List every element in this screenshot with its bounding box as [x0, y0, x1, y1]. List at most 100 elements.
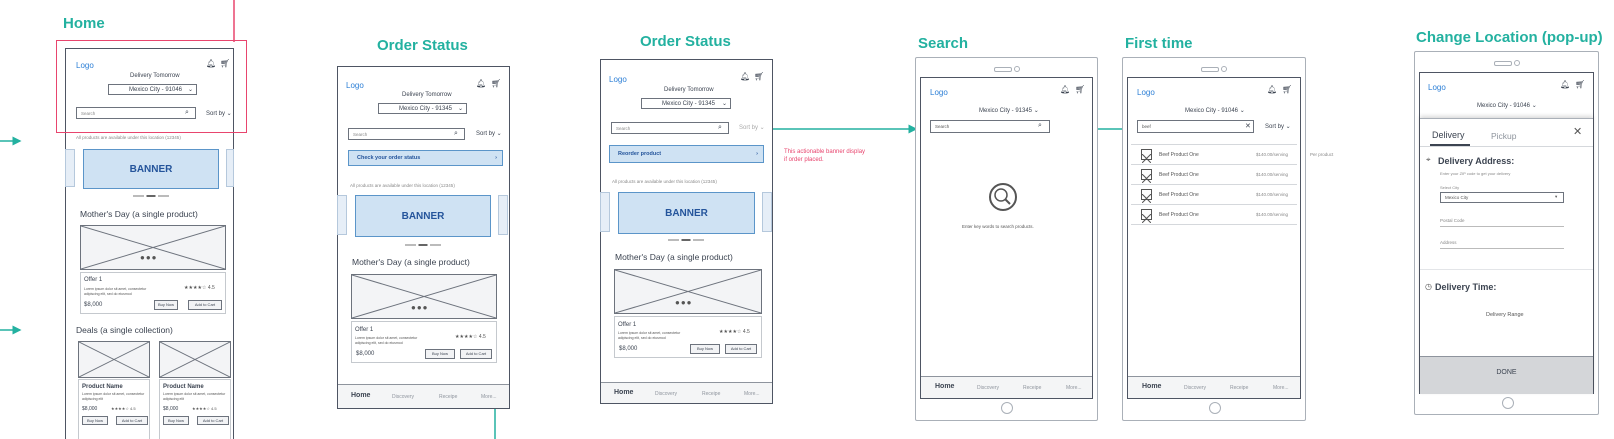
cart-icon[interactable]: 🛒︎ — [1282, 86, 1292, 94]
search-icon: ⌕ — [185, 109, 189, 116]
search-input[interactable]: Search ⌕ — [930, 120, 1050, 133]
order-status-2-offer-card[interactable]: Offer 1 Lorem ipsum dolor sit amet, cons… — [614, 316, 762, 358]
order-status-2-offer-image: ●●● — [614, 269, 762, 314]
carousel-indicator — [405, 244, 441, 246]
add-to-cart-button[interactable]: Add to Cart — [116, 416, 148, 425]
buy-now-button[interactable]: Buy Now — [154, 300, 178, 310]
tab-pickup[interactable]: Pickup — [1491, 131, 1517, 141]
nav-home[interactable]: Home — [614, 389, 633, 396]
reorder-product-banner[interactable]: Reorder product › — [609, 145, 764, 163]
bell-icon[interactable]: 🔔︎ — [476, 80, 486, 88]
add-to-cart-button[interactable]: Add to Cart — [188, 300, 222, 310]
order-status-2-search-input[interactable]: Search ⌕ — [611, 122, 729, 134]
result-name-2[interactable]: Beef Product One — [1159, 172, 1199, 178]
nav-discovery[interactable]: Discovery — [977, 385, 999, 391]
address-input-line[interactable] — [1440, 248, 1564, 249]
nav-home[interactable]: Home — [351, 392, 370, 399]
first-time-sort-label: Sort by — [1265, 124, 1285, 130]
bell-icon[interactable]: 🔔︎ — [740, 73, 750, 81]
nav-receipe[interactable]: Receipe — [702, 391, 720, 397]
order-status-2-sort-label: Sort by — [739, 125, 759, 131]
home-search-input[interactable]: Search ⌕ — [76, 107, 196, 119]
close-icon[interactable]: ✕ — [1245, 122, 1251, 130]
nav-more[interactable]: More... — [481, 394, 497, 400]
nav-receipe[interactable]: Receipe — [1023, 385, 1041, 391]
nav-discovery[interactable]: Discovery — [1184, 385, 1206, 391]
change-location-location-select[interactable]: Mexico City - 91046 ⌄ — [1477, 102, 1537, 109]
order-status-2-availability-note: All products are available under this lo… — [612, 179, 717, 184]
buy-now-button[interactable]: Buy Now — [425, 349, 455, 359]
nav-more[interactable]: More... — [1066, 385, 1082, 391]
nav-home[interactable]: Home — [935, 383, 954, 390]
done-button[interactable]: DONE — [1420, 356, 1593, 394]
chevron-down-icon: ⌄ — [188, 87, 194, 93]
order-status-2-sort-button[interactable]: Sort by ⌄ — [739, 124, 765, 131]
home-location-select[interactable]: Mexico City - 91046 ⌄ — [108, 84, 197, 95]
add-to-cart-button[interactable]: Add to Cart — [460, 349, 492, 359]
result-name-4[interactable]: Beef Product One — [1159, 212, 1199, 218]
order-status-1-offer-card[interactable]: Offer 1 Lorem ipsum dolor sit amet, cons… — [351, 321, 497, 363]
result-name-3[interactable]: Beef Product One — [1159, 192, 1199, 198]
first-time-location-select[interactable]: Mexico City - 91046 ⌄ — [1185, 107, 1245, 114]
home-product2-desc: Lorem ipsum dolor sit amet, consectetur … — [163, 392, 226, 401]
home-banner[interactable]: BANNER — [83, 149, 219, 189]
buy-now-button[interactable]: Buy Now — [690, 344, 720, 354]
first-time-sort-button[interactable]: Sort by ⌄ — [1265, 123, 1291, 130]
order-status-2-bottom-nav: Home Discovery Receipe More... — [601, 382, 772, 403]
first-time-bottom-nav: Home Discovery Receipe More... — [1128, 376, 1300, 398]
search-location-select[interactable]: Mexico City - 91345 ⌄ — [979, 107, 1039, 114]
zip-hint: Enter your ZIP code to get your delivery — [1440, 171, 1511, 176]
product-image-icon — [1141, 149, 1152, 164]
bell-icon[interactable]: 🔔︎ — [1060, 86, 1070, 94]
nav-receipe[interactable]: Receipe — [1230, 385, 1248, 391]
nav-home[interactable]: Home — [1142, 383, 1161, 390]
address-placeholder[interactable]: Address — [1440, 240, 1457, 245]
result-name-1[interactable]: Beef Product One — [1159, 152, 1199, 158]
product-image-icon — [1141, 189, 1152, 204]
first-time-search-input[interactable]: beef ✕ — [1137, 120, 1254, 133]
product-image-icon — [1141, 209, 1152, 224]
nav-discovery[interactable]: Discovery — [655, 391, 677, 397]
city-select[interactable]: Mexico City ▾ — [1440, 192, 1564, 203]
postal-code-placeholder[interactable]: Postal Code — [1440, 218, 1465, 223]
buy-now-button[interactable]: Buy Now — [163, 416, 189, 425]
add-to-cart-button[interactable]: Add to Cart — [197, 416, 229, 425]
result-divider — [1131, 184, 1297, 185]
loading-dots-icon: ●●● — [140, 253, 158, 262]
add-to-cart-button[interactable]: Add to Cart — [725, 344, 757, 354]
cart-icon[interactable]: 🛒︎ — [1075, 86, 1085, 94]
buy-now-button[interactable]: Buy Now — [82, 416, 108, 425]
screen-title-home: Home — [63, 15, 105, 32]
cart-icon[interactable]: 🛒︎ — [220, 60, 230, 68]
delivery-range[interactable]: Delivery Range — [1486, 312, 1524, 318]
order-status-check-banner[interactable]: Check your order status › — [348, 150, 503, 166]
cart-icon[interactable]: 🛒︎ — [491, 80, 501, 88]
home-product1-stars: ★★★★☆ 4.5 — [111, 406, 136, 411]
nav-discovery[interactable]: Discovery — [392, 394, 414, 400]
order-status-1-sort-button[interactable]: Sort by ⌄ — [476, 130, 502, 137]
home-sort-button[interactable]: Sort by ⌄ — [206, 110, 232, 117]
home-availability-note: All products are available under this lo… — [76, 135, 181, 140]
close-icon[interactable]: ✕ — [1573, 125, 1582, 138]
tab-delivery[interactable]: Delivery — [1432, 130, 1465, 140]
home-deal-card-1[interactable]: Product Name Lorem ipsum dolor sit amet,… — [78, 379, 150, 439]
home-offer-rating: 4.5 — [207, 285, 215, 291]
home-deal-card-2[interactable]: Product Name Lorem ipsum dolor sit amet,… — [159, 379, 231, 439]
nav-more[interactable]: More... — [1273, 385, 1289, 391]
image-placeholder-icon — [159, 341, 231, 378]
order-status-2-banner[interactable]: BANNER — [618, 192, 755, 234]
order-status-1-search-input[interactable]: Search ⌕ — [348, 128, 465, 140]
bell-icon[interactable]: 🔔︎ — [1560, 81, 1570, 89]
cart-icon[interactable]: 🛒︎ — [754, 73, 764, 81]
nav-more[interactable]: More... — [744, 391, 760, 397]
postal-code-input-line[interactable] — [1440, 226, 1564, 227]
order-status-2-location-select[interactable]: Mexico City - 91345 ⌄ — [641, 98, 731, 109]
bell-icon[interactable]: 🔔︎ — [1267, 86, 1277, 94]
nav-receipe[interactable]: Receipe — [439, 394, 457, 400]
order-status-1-banner[interactable]: BANNER — [355, 195, 491, 237]
cart-icon[interactable]: 🛒︎ — [1575, 81, 1585, 89]
order-status-2-location-value: Mexico City - 91345 — [662, 101, 716, 107]
home-offer-card[interactable]: Offer 1 Lorem ipsum dolor sit amet, cons… — [80, 272, 226, 314]
bell-icon[interactable]: 🔔︎ — [206, 60, 216, 68]
order-status-1-location-select[interactable]: Mexico City - 91345 ⌄ — [378, 103, 467, 114]
